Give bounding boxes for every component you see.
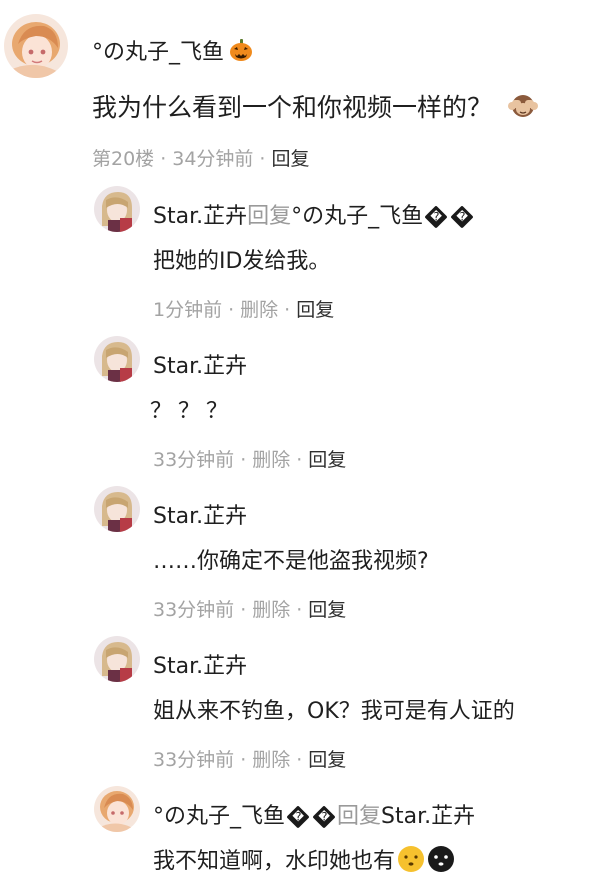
reply-to-name[interactable]: Star.芷卉	[381, 804, 475, 829]
reply-text: 把她的ID发给我。	[153, 249, 331, 274]
reply-text: ……你确定不是他盗我视频?	[153, 549, 429, 574]
replacement-char-icon: �	[450, 205, 474, 229]
delete-button[interactable]: 删除	[252, 449, 290, 471]
reply-button[interactable]: 回复	[308, 449, 346, 471]
reply-to-name[interactable]: °の丸子_飞鱼	[291, 204, 423, 229]
reply-text: 我不知道啊，水印她也有	[153, 843, 455, 879]
delete-button[interactable]: 删除	[252, 749, 290, 771]
reply-button[interactable]: 回复	[296, 299, 334, 321]
reply-meta: 33分钟前 · 删除 · 回复	[153, 599, 347, 621]
black-face-icon	[427, 845, 455, 879]
delete-button[interactable]: 删除	[252, 599, 290, 621]
reply-author[interactable]: Star.芷卉	[153, 648, 247, 680]
avatar[interactable]	[94, 636, 140, 682]
reply-button[interactable]: 回复	[308, 599, 346, 621]
avatar[interactable]	[94, 336, 140, 382]
reply-word: 回复	[337, 804, 382, 829]
timestamp: 33分钟前	[153, 599, 235, 621]
reply-author[interactable]: Star.芷卉	[153, 498, 247, 530]
comment-meta: 第20楼 · 34分钟前 · 回复	[92, 148, 310, 170]
author-name[interactable]: Star.芷卉	[153, 204, 247, 229]
delete-button[interactable]: 删除	[240, 299, 278, 321]
replacement-char-icon: �	[286, 805, 310, 829]
reply-meta: 33分钟前 · 删除 · 回复	[153, 749, 347, 771]
pumpkin-icon	[228, 37, 254, 69]
reply-meta: 33分钟前 · 删除 · 回复	[153, 449, 347, 471]
replacement-char-icon: �	[424, 205, 448, 229]
floor-number: 第20楼	[92, 148, 155, 170]
author-name[interactable]: °の丸子_飞鱼	[153, 804, 285, 829]
yellow-face-icon	[397, 845, 425, 879]
reply-author-line: °の丸子_飞鱼 � � 回复Star.芷卉	[153, 798, 475, 830]
avatar[interactable]	[94, 486, 140, 532]
reply-author[interactable]: Star.芷卉	[153, 348, 247, 380]
timestamp: 1分钟前	[153, 299, 223, 321]
timestamp: 33分钟前	[153, 449, 235, 471]
reply-meta: 1分钟前 · 删除 · 回复	[153, 299, 335, 321]
timestamp: 34分钟前	[172, 148, 254, 170]
author-name: °の丸子_飞鱼	[92, 40, 225, 65]
reply-button[interactable]: 回复	[271, 148, 309, 170]
reply-text: 姐从来不钓鱼，OK？我可是有人证的	[153, 699, 515, 724]
avatar[interactable]	[4, 14, 68, 78]
reply-author-line: Star.芷卉回复°の丸子_飞鱼 � �	[153, 198, 475, 230]
comment-author[interactable]: °の丸子_飞鱼	[92, 34, 254, 69]
reply-word: 回复	[247, 204, 292, 229]
reply-text: ？？？	[150, 399, 235, 424]
replacement-char-icon: �	[312, 805, 336, 829]
timestamp: 33分钟前	[153, 749, 235, 771]
reply-button[interactable]: 回复	[308, 749, 346, 771]
comment-text: 我为什么看到一个和你视频一样的？	[92, 88, 539, 125]
avatar[interactable]	[94, 186, 140, 232]
avatar[interactable]	[94, 786, 140, 832]
see-no-evil-monkey-icon	[508, 93, 539, 125]
